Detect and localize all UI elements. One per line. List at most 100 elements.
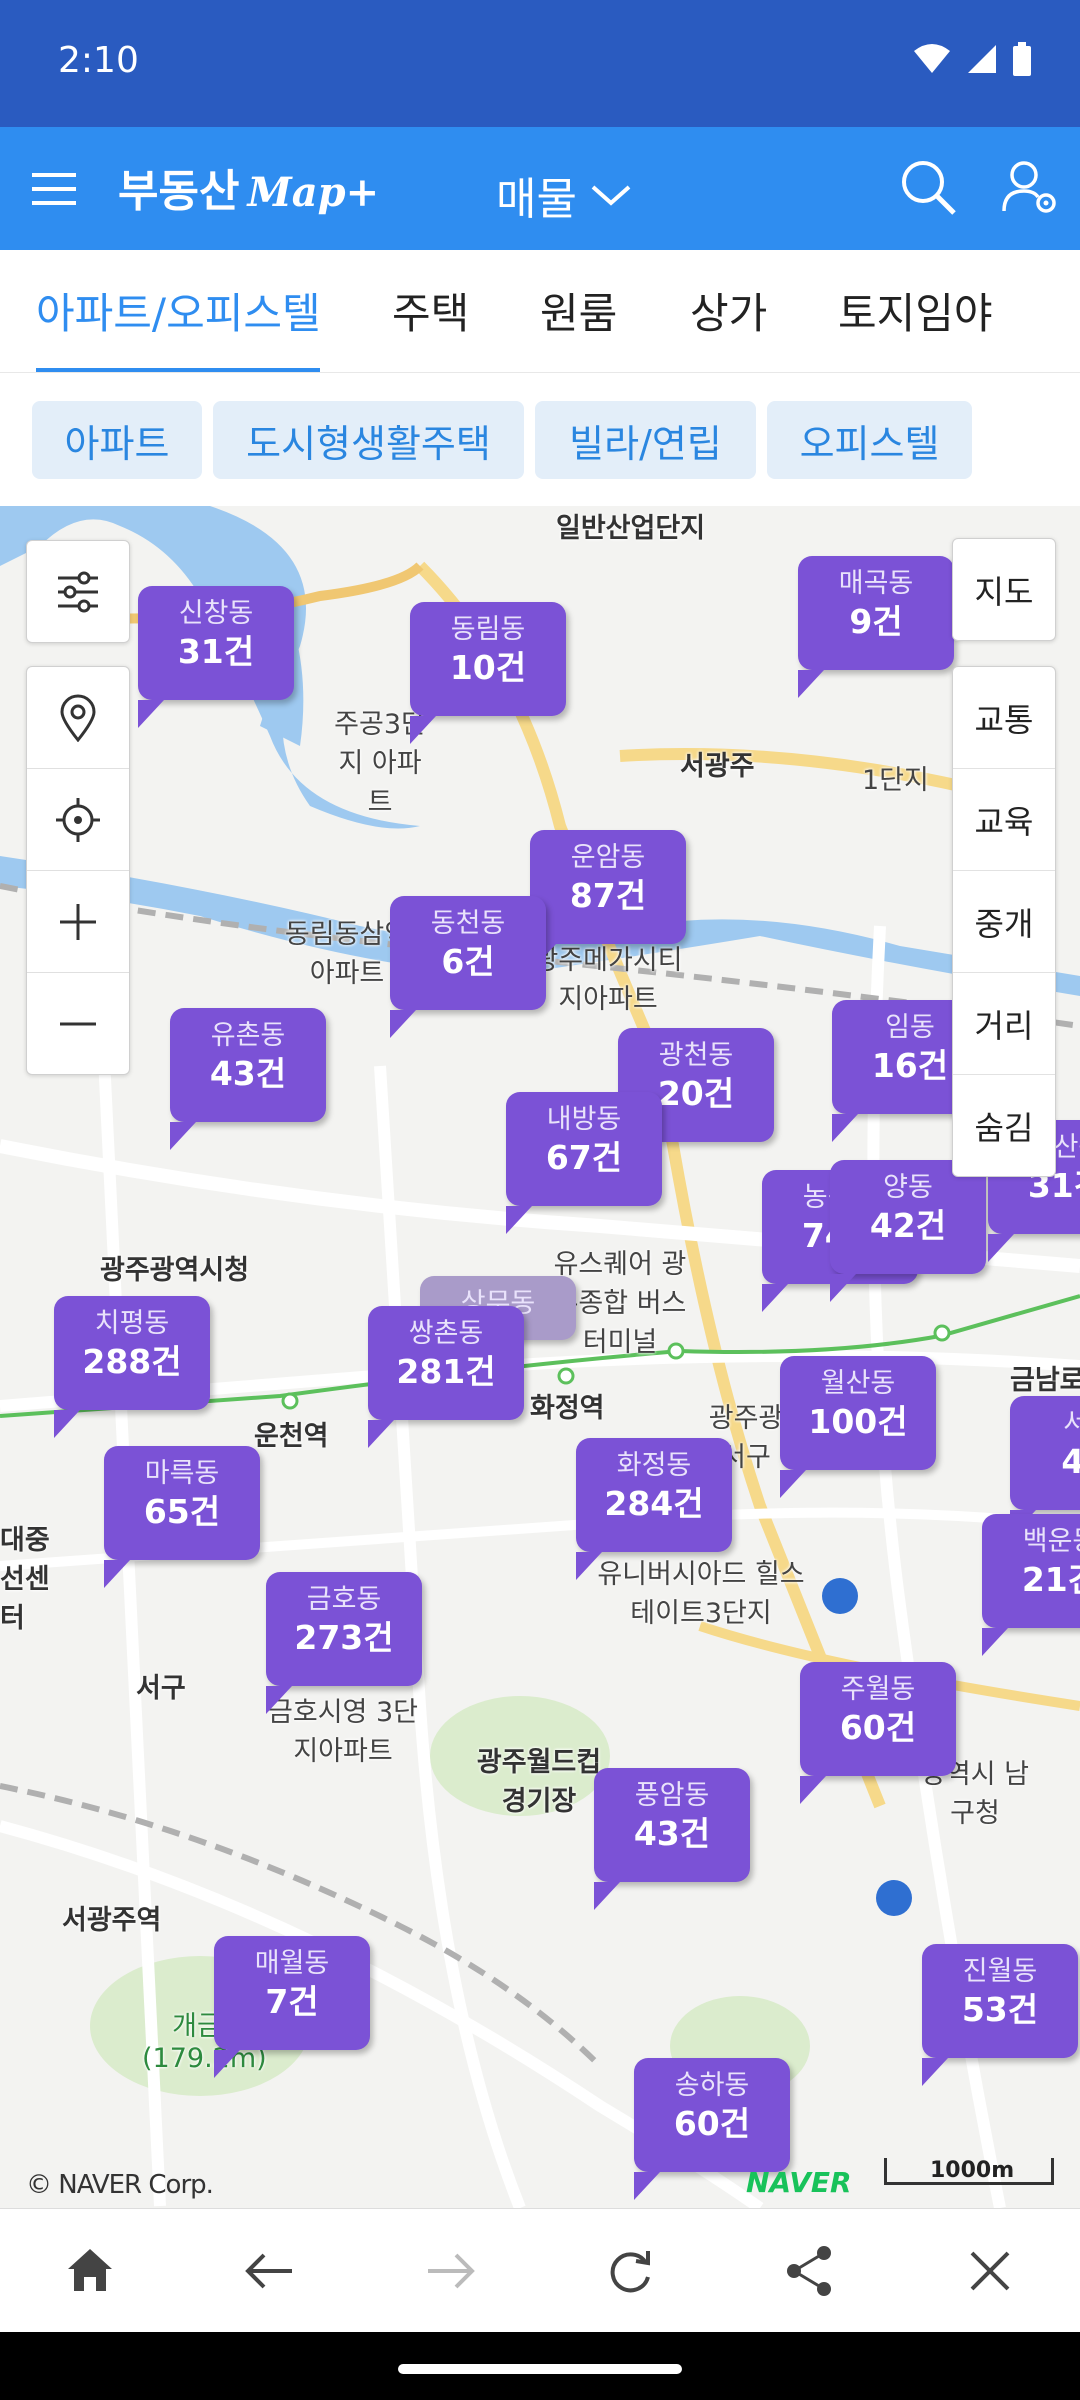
marker-name: 주월동 xyxy=(840,1674,916,1705)
chip-officetel[interactable]: 오피스텔 xyxy=(767,401,972,479)
layer-agency[interactable]: 중개 xyxy=(953,871,1055,973)
marker-yangdong[interactable]: 양동 42건 xyxy=(830,1160,986,1302)
marker-yuchon[interactable]: 유촌동 43건 xyxy=(170,1008,326,1150)
layer-menu: 교통 교육 중개 거리 숨김 xyxy=(952,666,1056,1177)
refresh-icon[interactable] xyxy=(600,2241,660,2301)
marker-count: 43건 xyxy=(633,1814,711,1853)
marker-name: 풍암동 xyxy=(634,1780,710,1811)
tab-store[interactable]: 상가 xyxy=(690,280,767,341)
map-label: 유니버시아드 힐스테이트3단지 xyxy=(597,1559,805,1629)
marker-name: 서동 xyxy=(1063,1408,1080,1439)
layer-map[interactable]: 지도 xyxy=(953,539,1055,640)
zoom-out-button[interactable] xyxy=(27,973,129,1074)
marker-pungam[interactable]: 풍암동 43건 xyxy=(594,1768,750,1910)
marker-count: 100건 xyxy=(808,1402,908,1441)
minus-icon xyxy=(60,1022,96,1025)
map-controls xyxy=(26,666,130,1075)
mode-label: 매물 xyxy=(496,174,577,225)
layer-traffic[interactable]: 교통 xyxy=(953,667,1055,769)
marker-name: 동천동 xyxy=(430,908,506,939)
app-header: 부동산 Map+ 매물 xyxy=(0,127,1080,250)
chip-villa[interactable]: 빌라/연립 xyxy=(535,401,756,479)
marker-name: 매월동 xyxy=(254,1948,330,1979)
app-logo[interactable]: 부동산 Map+ xyxy=(118,155,379,219)
marker-maewol[interactable]: 매월동 7건 xyxy=(214,1936,370,2078)
marker-name: 신창동 xyxy=(178,598,254,629)
close-icon[interactable] xyxy=(960,2241,1020,2301)
marker-count: 4건 xyxy=(1061,1442,1080,1481)
map-label: 1단지 xyxy=(862,765,929,796)
logo-suffix: Map+ xyxy=(247,169,380,216)
bottom-toolbar xyxy=(0,2208,1080,2333)
share-icon[interactable] xyxy=(780,2241,840,2301)
map-label: 금남로 xyxy=(1010,1365,1080,1396)
search-icon[interactable] xyxy=(898,157,958,217)
marker-dongcheon[interactable]: 동천동 6건 xyxy=(390,896,546,1038)
battery-icon xyxy=(1013,42,1031,76)
marker-name: 송하동 xyxy=(674,2070,750,2101)
marker-mareuk[interactable]: 마륵동 65건 xyxy=(104,1446,260,1588)
status-icons xyxy=(912,42,1032,76)
layer-distance[interactable]: 거리 xyxy=(953,973,1055,1075)
chip-apartment[interactable]: 아파트 xyxy=(32,401,202,479)
marker-count: 43건 xyxy=(209,1054,287,1093)
tab-apartment-officetel[interactable]: 아파트/오피스텔 xyxy=(36,280,321,341)
marker-maegok[interactable]: 매곡동 9건 xyxy=(798,556,954,698)
marker-count: 21건 xyxy=(1021,1560,1080,1599)
tab-oneroom[interactable]: 원룸 xyxy=(540,280,617,341)
marker-count: 9건 xyxy=(849,602,903,641)
marker-jinwol[interactable]: 진월동 53건 xyxy=(922,1944,1078,2086)
map-label: 화정역 xyxy=(530,1393,605,1424)
map-type-control: 지도 xyxy=(952,538,1056,641)
marker-count: 60건 xyxy=(839,1708,917,1747)
filter-button[interactable] xyxy=(27,541,129,642)
home-gesture-handle[interactable] xyxy=(398,2364,682,2374)
map-view[interactable]: 일반산업단지 주공3단지 아파트 서광주 1단지 동림동삼익 아파트 광주메가시… xyxy=(0,506,1080,2208)
marker-songha[interactable]: 송하동 60건 xyxy=(634,2058,790,2200)
marker-juwol[interactable]: 주월동 60건 xyxy=(800,1662,956,1804)
active-tab-indicator xyxy=(36,368,320,372)
marker-name: 마륵동 xyxy=(144,1458,220,1489)
user-settings-icon[interactable] xyxy=(1000,157,1060,217)
marker-hwajeong[interactable]: 화정동 284건 xyxy=(576,1438,732,1580)
marker-dongnim[interactable]: 동림동 10건 xyxy=(410,602,566,744)
chip-urban-housing[interactable]: 도시형생활주택 xyxy=(213,401,524,479)
my-location-button[interactable] xyxy=(27,769,129,871)
marker-unam[interactable]: 운암동 87건 xyxy=(530,830,686,972)
filter-control xyxy=(26,540,130,643)
marker-seodong[interactable]: 서동4건 xyxy=(1010,1396,1080,1538)
back-icon[interactable] xyxy=(240,2241,300,2301)
tab-house[interactable]: 주택 xyxy=(392,280,469,341)
layer-hide[interactable]: 숨김 xyxy=(953,1075,1055,1176)
layer-education[interactable]: 교육 xyxy=(953,769,1055,871)
marker-name: 화정동 xyxy=(616,1450,692,1481)
marker-naebang[interactable]: 내방동 67건 xyxy=(506,1092,662,1234)
location-pin-button[interactable] xyxy=(27,667,129,769)
marker-name: 운암동 xyxy=(570,842,646,873)
marker-baegun[interactable]: 백운동21건 xyxy=(982,1514,1080,1656)
map-label: 서구 xyxy=(136,1673,186,1704)
zoom-in-button[interactable] xyxy=(27,871,129,973)
marker-name: 진월동 xyxy=(962,1956,1038,1987)
status-bar: 2:10 xyxy=(0,0,1080,127)
category-tabs: 아파트/오피스텔 주택 원룸 상가 토지임야 xyxy=(0,250,1080,373)
marker-count: 6건 xyxy=(441,942,495,981)
map-label: 운천역 xyxy=(254,1421,329,1452)
status-time: 2:10 xyxy=(58,40,139,81)
logo-text: 부동산 xyxy=(118,166,240,217)
marker-wolsan[interactable]: 월산동 100건 xyxy=(780,1356,936,1498)
marker-sinchang[interactable]: 신창동 31건 xyxy=(138,586,294,728)
system-nav-bar xyxy=(0,2332,1080,2400)
crosshair-icon xyxy=(56,797,100,842)
mode-dropdown[interactable]: 매물 xyxy=(496,163,631,227)
marker-chipyeong[interactable]: 치평동 288건 xyxy=(54,1296,210,1438)
tab-land[interactable]: 토지임야 xyxy=(838,280,993,341)
sliders-icon xyxy=(58,571,98,612)
marker-geumho[interactable]: 금호동 273건 xyxy=(266,1572,422,1714)
marker-name: 백운동 xyxy=(1022,1526,1080,1557)
home-icon[interactable] xyxy=(60,2241,120,2301)
menu-icon[interactable] xyxy=(30,165,78,213)
marker-ssangchon[interactable]: 쌍촌동 281건 xyxy=(368,1306,524,1448)
marker-name: 광천동 xyxy=(658,1040,734,1071)
marker-count: 67건 xyxy=(545,1138,623,1177)
